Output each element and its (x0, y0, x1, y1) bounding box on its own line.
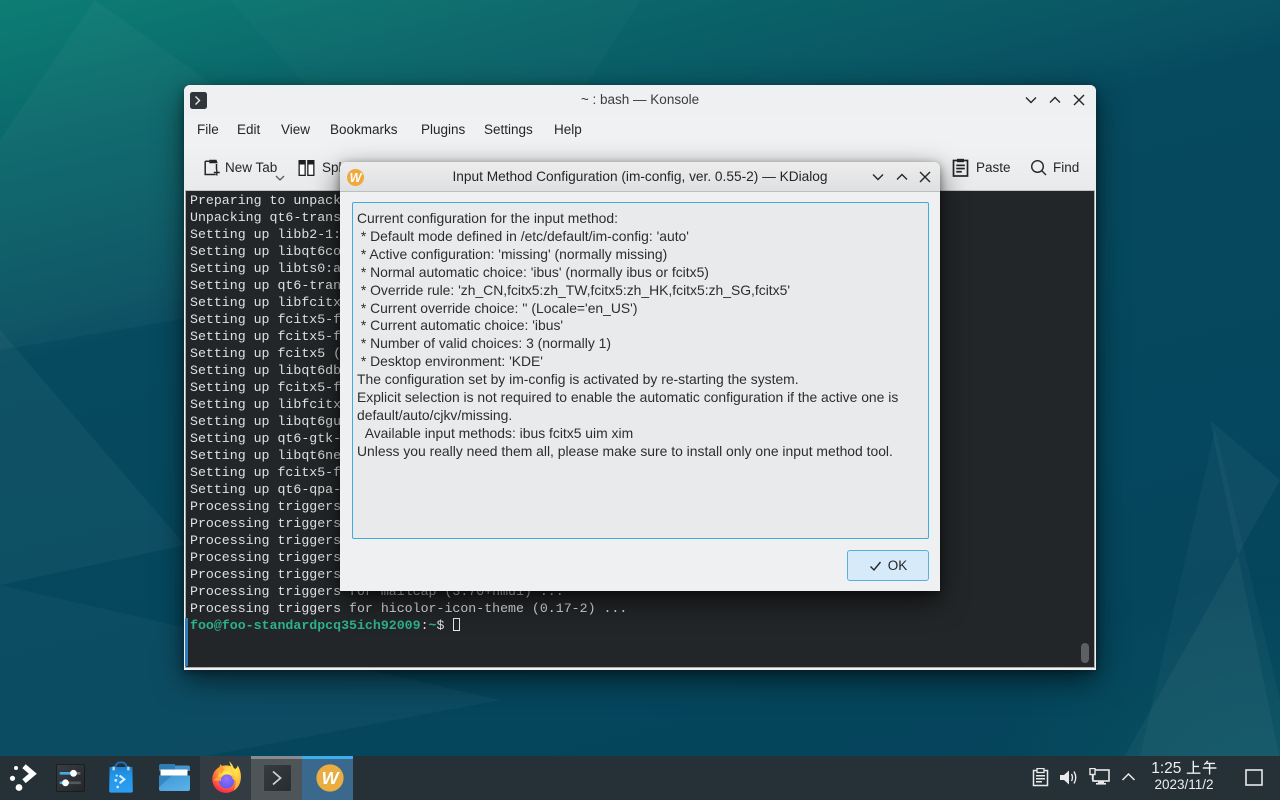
svg-text:W: W (322, 768, 341, 788)
